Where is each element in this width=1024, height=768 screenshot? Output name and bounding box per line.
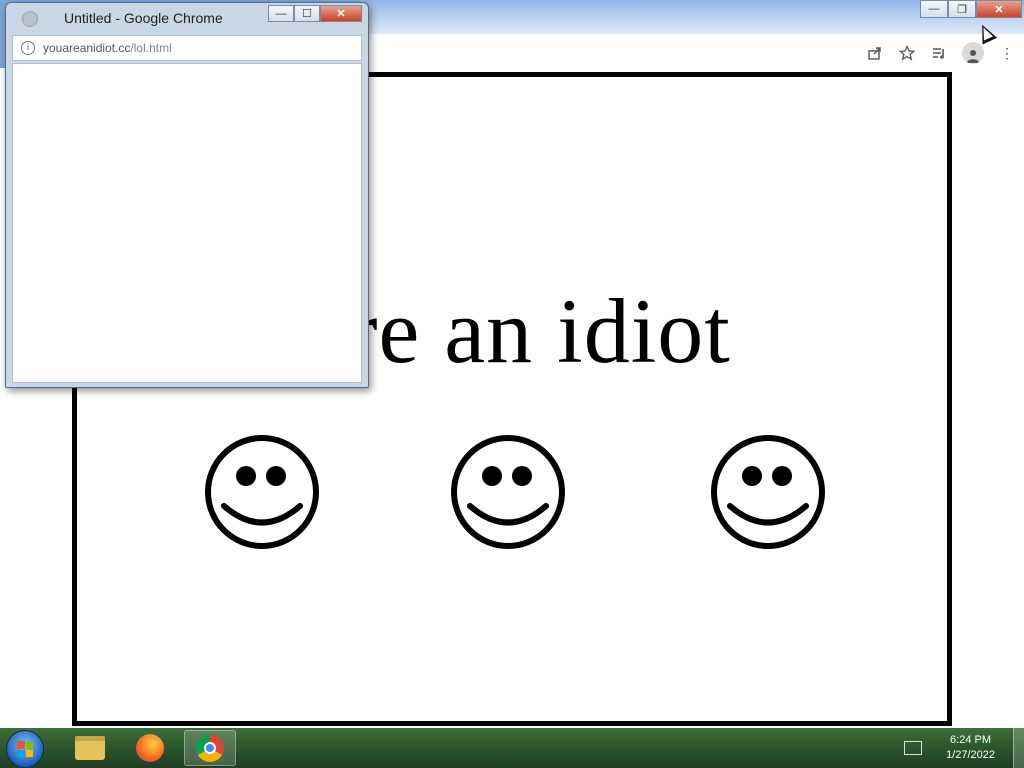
- close-icon: ✕: [336, 8, 346, 20]
- clock-time: 6:24 PM: [950, 734, 992, 746]
- profile-button[interactable]: [962, 42, 984, 64]
- folder-icon: [75, 736, 105, 760]
- show-desktop-button[interactable]: [1013, 728, 1024, 768]
- firefox-icon: [136, 734, 164, 762]
- toolbar-actions: ⋮: [866, 42, 1016, 64]
- chrome-icon: [196, 734, 224, 762]
- network-icon[interactable]: [904, 741, 923, 755]
- menu-button[interactable]: ⋮: [998, 44, 1016, 62]
- share-button[interactable]: [866, 44, 884, 62]
- minimize-icon: —: [928, 3, 940, 15]
- smiley-icon: [711, 435, 825, 549]
- taskbar: 6:24 PM 1/27/2022: [0, 728, 1024, 768]
- close-icon: ✕: [994, 3, 1004, 16]
- popup-maximize-button[interactable]: ☐: [294, 5, 320, 22]
- popup-address-bar[interactable]: i youareanidiot.cc/lol.html: [12, 35, 362, 61]
- popup-minimize-button[interactable]: —: [268, 5, 294, 22]
- popup-window-title: Untitled - Google Chrome: [64, 10, 223, 26]
- playlist-icon: [933, 48, 944, 59]
- smiley-icon: [205, 435, 319, 549]
- restore-icon: ❐: [957, 3, 967, 16]
- loading-favicon-icon: [22, 11, 38, 27]
- start-button[interactable]: [6, 730, 44, 768]
- url-domain: youareanidiot.cc: [43, 41, 131, 55]
- taskbar-app-explorer[interactable]: [64, 730, 116, 766]
- main-window-controls: — ❐ ✕: [920, 0, 1024, 20]
- share-icon: [868, 47, 881, 60]
- info-icon[interactable]: i: [21, 41, 35, 55]
- restore-button[interactable]: ❐: [948, 0, 976, 18]
- taskbar-app-firefox[interactable]: [124, 730, 176, 766]
- smiley-icon: [451, 435, 565, 549]
- url-path: /lol.html: [130, 41, 172, 55]
- popup-page-content: [12, 63, 362, 383]
- close-button[interactable]: ✕: [976, 0, 1022, 18]
- minimize-icon: —: [275, 7, 287, 20]
- star-icon: [899, 45, 915, 61]
- reading-list-button[interactable]: [930, 44, 948, 62]
- maximize-icon: ☐: [302, 8, 312, 20]
- clock[interactable]: 6:24 PM 1/27/2022: [946, 733, 995, 763]
- popup-close-button[interactable]: ✕: [320, 5, 362, 22]
- clock-date: 1/27/2022: [946, 749, 995, 761]
- browser-toolbar: ⋮: [360, 34, 1024, 69]
- kebab-menu-icon: ⋮: [1000, 44, 1014, 61]
- avatar-icon: [967, 50, 979, 63]
- popup-browser-window[interactable]: Untitled - Google Chrome — ☐ ✕ i youarea…: [5, 2, 369, 388]
- popup-window-controls: — ☐ ✕: [268, 5, 362, 22]
- system-tray: 6:24 PM 1/27/2022: [904, 728, 1024, 768]
- windows-logo-icon: [17, 741, 33, 757]
- bookmark-button[interactable]: [898, 44, 916, 62]
- taskbar-app-chrome[interactable]: [184, 730, 236, 766]
- minimize-button[interactable]: —: [920, 0, 948, 18]
- popup-url: youareanidiot.cc/lol.html: [43, 41, 172, 55]
